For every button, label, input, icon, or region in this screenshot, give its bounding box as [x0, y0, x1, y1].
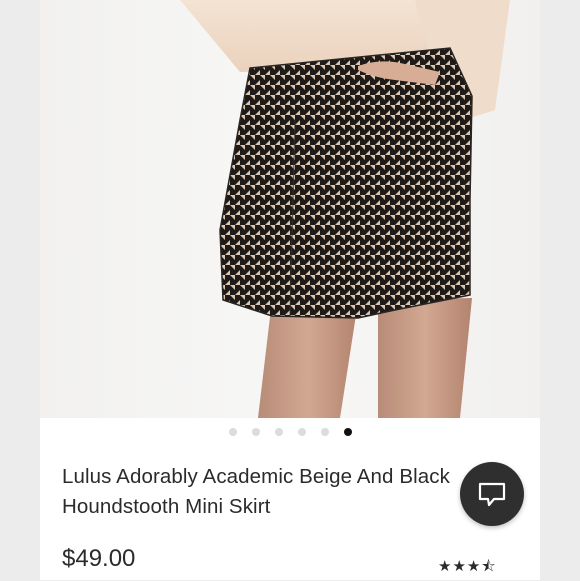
gallery-dot[interactable] — [343, 428, 352, 436]
rating-stars: ★★★⯪ — [438, 558, 497, 575]
chat-button[interactable] — [460, 462, 524, 526]
product-photo[interactable] — [40, 0, 540, 418]
houndstooth-skirt-photo — [180, 0, 510, 418]
product-listing-card: Lulus Adorably Academic Beige And Black … — [40, 0, 540, 580]
product-price: $49.00 — [62, 545, 136, 572]
gallery-dot[interactable] — [251, 428, 260, 436]
product-title: Lulus Adorably Academic Beige And Black … — [62, 465, 450, 518]
gallery-dot[interactable] — [274, 428, 283, 436]
chat-bubble-icon — [478, 482, 506, 507]
gallery-pagination-dots — [40, 428, 540, 436]
gallery-dot[interactable] — [320, 428, 329, 436]
gallery-dot[interactable] — [228, 428, 237, 436]
gallery-dot[interactable] — [297, 428, 306, 436]
